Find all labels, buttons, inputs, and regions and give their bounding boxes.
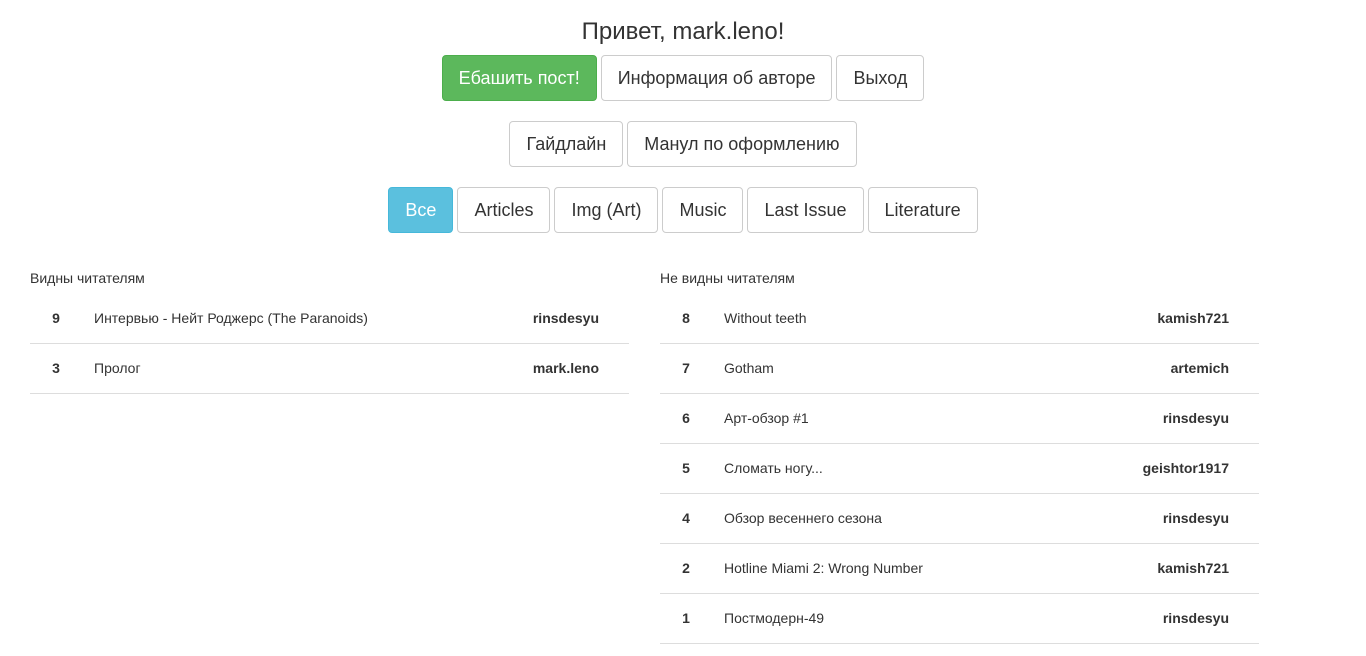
- visible-posts-heading: Видны читателям: [30, 270, 145, 286]
- logout-button[interactable]: Выход: [836, 55, 925, 101]
- post-author: kamish721: [1157, 560, 1229, 576]
- hidden-posts-panel: Не видны читателям 8 Without teeth kamis…: [660, 268, 1259, 644]
- post-number: 2: [682, 560, 690, 576]
- post-title[interactable]: Сломать ногу...: [712, 443, 1065, 493]
- post-title[interactable]: Обзор весеннего сезона: [712, 493, 1065, 543]
- post-number: 1: [682, 610, 690, 626]
- post-author: rinsdesyu: [532, 309, 599, 326]
- docs-buttons: Гайдлайн Манул по оформлению: [0, 121, 1366, 167]
- post-title[interactable]: Постмодерн-49: [712, 593, 1065, 643]
- post-title[interactable]: Арт-обзор #1: [712, 393, 1065, 443]
- table-row[interactable]: 4 Обзор весеннего сезона rinsdesyu: [660, 493, 1259, 543]
- filter-last-issue-button[interactable]: Last Issue: [747, 187, 864, 233]
- filter-articles-button[interactable]: Articles: [457, 187, 551, 233]
- post-author: rinsdesyu: [1162, 410, 1229, 426]
- hidden-posts-table: 8 Without teeth kamish721 7 Gotham artem…: [660, 293, 1259, 644]
- post-title[interactable]: Gotham: [712, 343, 1065, 393]
- post-number: 5: [682, 460, 690, 476]
- hidden-posts-heading: Не видны читателям: [660, 270, 795, 286]
- post-author: artemich: [1170, 360, 1229, 376]
- filter-all-button[interactable]: Все: [388, 187, 454, 233]
- post-title[interactable]: Пролог: [82, 343, 491, 393]
- post-number: 9: [52, 309, 60, 326]
- category-filter: Все Articles Img (Art) Music Last Issue …: [0, 187, 1366, 233]
- guideline-button[interactable]: Гайдлайн: [509, 121, 624, 167]
- visible-posts-table: 9 Интервью - Нейт Роджерс (The Paranoids…: [30, 293, 629, 394]
- post-number: 6: [682, 410, 690, 426]
- post-number: 4: [682, 510, 690, 526]
- visible-posts-panel: Видны читателям 9 Интервью - Нейт Роджер…: [30, 268, 629, 394]
- post-author: rinsdesyu: [1162, 610, 1229, 626]
- table-row[interactable]: 7 Gotham artemich: [660, 343, 1259, 393]
- new-post-button[interactable]: Ебашить пост!: [441, 55, 597, 101]
- post-number: 7: [682, 360, 690, 376]
- table-row[interactable]: 3 Пролог mark.leno: [30, 343, 629, 393]
- post-author: kamish721: [1157, 309, 1229, 326]
- post-title[interactable]: Интервью - Нейт Роджерс (The Paranoids): [82, 293, 491, 343]
- filter-img-button[interactable]: Img (Art): [554, 187, 659, 233]
- table-row[interactable]: 1 Постмодерн-49 rinsdesyu: [660, 593, 1259, 643]
- manual-button[interactable]: Манул по оформлению: [627, 121, 857, 167]
- action-buttons: Ебашить пост! Информация об авторе Выход: [0, 55, 1366, 101]
- table-row[interactable]: 2 Hotline Miami 2: Wrong Number kamish72…: [660, 543, 1259, 593]
- post-number: 8: [682, 309, 690, 326]
- post-number: 3: [52, 360, 60, 376]
- table-row[interactable]: 9 Интервью - Нейт Роджерс (The Paranoids…: [30, 293, 629, 343]
- filter-literature-button[interactable]: Literature: [867, 187, 978, 233]
- table-row[interactable]: 8 Without teeth kamish721: [660, 293, 1259, 343]
- post-author: geishtor1917: [1142, 460, 1229, 476]
- author-info-button[interactable]: Информация об авторе: [600, 55, 833, 101]
- greeting-title: Привет, mark.leno!: [581, 18, 785, 45]
- post-title[interactable]: Hotline Miami 2: Wrong Number: [712, 543, 1065, 593]
- post-author: rinsdesyu: [1162, 510, 1229, 526]
- filter-music-button[interactable]: Music: [662, 187, 744, 233]
- table-row[interactable]: 6 Арт-обзор #1 rinsdesyu: [660, 393, 1259, 443]
- post-title[interactable]: Without teeth: [712, 293, 1065, 343]
- table-row[interactable]: 5 Сломать ногу... geishtor1917: [660, 443, 1259, 493]
- post-author: mark.leno: [532, 360, 599, 376]
